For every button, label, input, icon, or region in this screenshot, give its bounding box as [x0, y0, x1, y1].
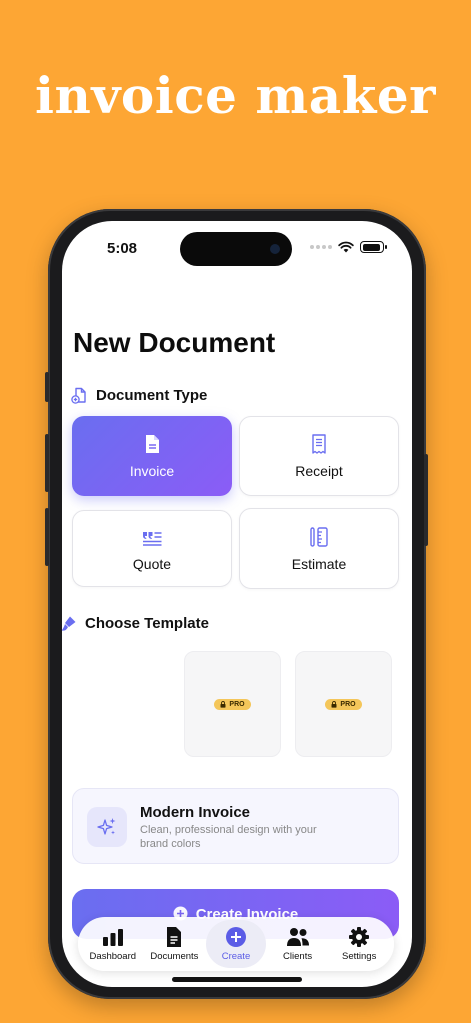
gear-icon [349, 927, 370, 947]
phone-power-button [424, 454, 428, 546]
status-icons [310, 241, 387, 253]
doc-type-quote[interactable]: Quote [72, 510, 232, 587]
status-time: 5:08 [107, 240, 138, 257]
selected-template-card: Modern Invoice Clean, professional desig… [72, 788, 399, 864]
phone-volume-down [45, 508, 49, 566]
page-title: New Document [73, 327, 276, 358]
phone-volume-up [45, 434, 49, 492]
template-thumbnail-pro-1[interactable]: PRO [184, 651, 281, 757]
doc-type-invoice[interactable]: Invoice [72, 416, 232, 496]
receipt-icon [312, 434, 326, 454]
tab-settings[interactable]: Settings [329, 920, 389, 968]
tab-clients-label: Clients [283, 951, 313, 962]
tab-bar: Dashboard Documents Create Clients Setti… [78, 917, 394, 971]
choose-template-label: Choose Template [85, 615, 209, 632]
lock-icon [220, 700, 226, 708]
pro-badge-label: PRO [229, 700, 245, 708]
chart-bars-icon [102, 929, 123, 946]
template-description: Clean, professional design with your bra… [140, 824, 317, 850]
plus-circle-icon [225, 927, 246, 947]
tab-dashboard-label: Dashboard [89, 951, 137, 962]
tab-settings-label: Settings [342, 951, 377, 962]
doc-type-receipt[interactable]: Receipt [239, 416, 399, 496]
tab-documents[interactable]: Documents [144, 920, 204, 968]
doc-type-invoice-label: Invoice [129, 463, 175, 479]
tab-clients[interactable]: Clients [268, 920, 328, 968]
wifi-icon [338, 241, 354, 253]
document-icon [146, 435, 159, 453]
marketing-headline: invoice maker [34, 66, 436, 125]
pro-badge-label: PRO [340, 700, 356, 708]
choose-template-heading: Choose Template [62, 615, 209, 632]
documents-icon [167, 927, 182, 947]
tab-documents-label: Documents [150, 951, 199, 962]
sparkles-icon-tile [87, 807, 127, 847]
document-add-icon [71, 387, 86, 404]
document-type-heading: Document Type [71, 387, 207, 404]
doc-type-estimate[interactable]: Estimate [239, 508, 399, 589]
app-screen: 5:08 New Document Document Type Invoice [62, 221, 412, 987]
doc-type-receipt-label: Receipt [295, 463, 343, 479]
sparkles-icon [97, 818, 116, 835]
template-name: Modern Invoice [140, 804, 251, 821]
home-indicator [172, 977, 302, 982]
dynamic-island [180, 232, 292, 266]
people-icon [286, 928, 309, 946]
signal-icon [310, 245, 332, 249]
quote-icon [142, 531, 162, 546]
tab-create[interactable]: Create [205, 920, 266, 968]
paintbrush-icon [62, 616, 76, 631]
template-thumbnail-pro-2[interactable]: PRO [295, 651, 392, 757]
doc-type-estimate-label: Estimate [291, 555, 347, 572]
lock-icon [331, 700, 337, 708]
phone-mute-switch [45, 372, 49, 402]
tab-create-label: Create [221, 951, 251, 962]
pro-badge: PRO [325, 698, 362, 710]
pro-badge: PRO [214, 698, 251, 710]
doc-type-quote-label: Quote [132, 555, 172, 572]
tab-dashboard[interactable]: Dashboard [83, 920, 143, 968]
document-type-label: Document Type [96, 387, 208, 404]
ruler-icon [310, 526, 328, 547]
battery-icon [360, 241, 387, 253]
